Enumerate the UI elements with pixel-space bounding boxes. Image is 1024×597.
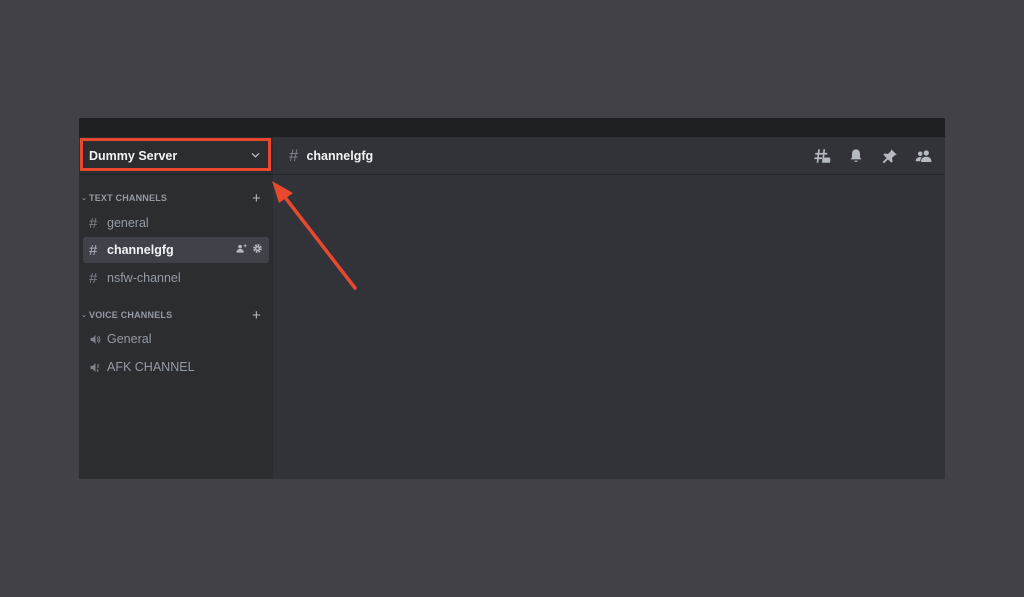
channel-title: channelgfg [306,148,374,163]
threads-icon[interactable] [813,147,831,165]
channel-channelgfg[interactable]: # channelgfg [83,237,269,263]
voice-channel-afk[interactable]: z AFK CHANNEL [83,354,269,380]
bell-icon[interactable] [847,147,865,165]
members-icon[interactable] [915,147,933,165]
channel-general[interactable]: # general [83,210,269,236]
voice-channel-general[interactable]: General [83,326,269,352]
discord-window: Dummy Server ⌄ TEXT CHANNELS + # general… [79,118,945,479]
channel-sidebar: Dummy Server ⌄ TEXT CHANNELS + # general… [79,137,273,479]
add-text-channel-icon[interactable]: + [252,191,261,206]
caret-down-icon: ⌄ [81,195,88,202]
main-chat-area: # channelgfg [273,137,945,479]
speaker-icon [89,333,107,346]
category-voice-channels[interactable]: ⌄ VOICE CHANNELS + [79,307,273,323]
hash-icon: # [89,269,98,287]
invite-icon[interactable] [236,243,247,257]
channel-label: channelgfg [107,243,174,257]
channel-actions [236,243,263,257]
server-name: Dummy Server [89,148,178,163]
gear-icon[interactable] [252,243,263,257]
channel-label: nsfw-channel [107,271,181,285]
channel-label: AFK CHANNEL [107,360,195,374]
channel-label: general [107,216,149,230]
category-label: VOICE CHANNELS [89,310,173,320]
header-toolbar [813,147,933,165]
add-voice-channel-icon[interactable]: + [252,308,261,323]
pin-icon[interactable] [881,147,899,165]
title-bar [79,118,945,137]
server-name-button[interactable]: Dummy Server [79,137,273,175]
hash-icon: # [289,145,299,165]
caret-down-icon: ⌄ [81,312,88,319]
svg-text:z: z [97,363,100,369]
hash-icon: # [89,214,98,232]
hash-icon: # [89,241,98,259]
speaker-afk-icon: z [89,361,107,374]
category-label: TEXT CHANNELS [89,193,168,203]
channel-label: General [107,332,152,346]
channel-header: # channelgfg [273,137,945,175]
chevron-down-icon [250,150,261,161]
channel-nsfw-channel[interactable]: # nsfw-channel [83,265,269,291]
category-text-channels[interactable]: ⌄ TEXT CHANNELS + [79,190,273,206]
